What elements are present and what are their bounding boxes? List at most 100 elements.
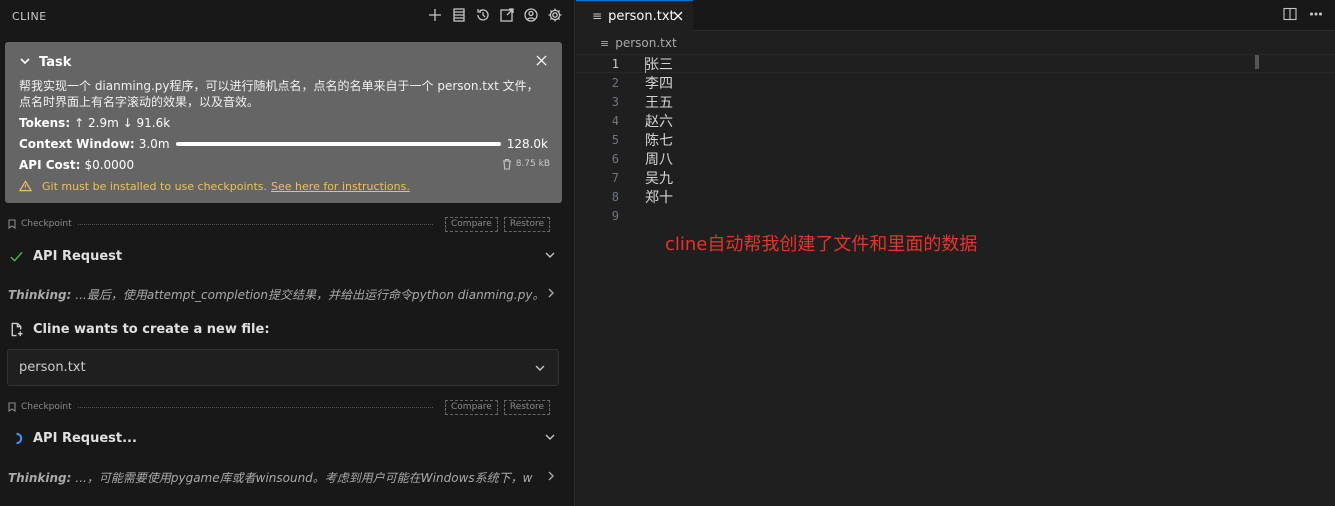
file-dropdown[interactable]: person.txt	[7, 349, 559, 386]
bookmark-icon	[8, 402, 16, 412]
thinking-text: ...最后，使用attempt_completion提交结果，并给出运行命令py…	[75, 288, 545, 302]
editor-line[interactable]: 2 李四	[576, 73, 1335, 92]
tab-label: person.txt	[608, 8, 675, 24]
spinner-icon	[8, 430, 24, 446]
trash-icon[interactable]	[502, 158, 512, 170]
line-text: 张三	[645, 56, 673, 73]
breadcrumb-file: person.txt	[615, 36, 677, 50]
line-number: 1	[611, 56, 619, 71]
task-title: Task	[39, 54, 72, 70]
plus-icon[interactable]	[426, 5, 444, 25]
more-actions-icon[interactable]	[1309, 7, 1323, 25]
server-icon[interactable]	[450, 5, 468, 25]
tab-person-txt[interactable]: ≡ person.txt	[576, 0, 693, 31]
new-file-icon	[8, 321, 24, 337]
chevron-right-icon[interactable]	[546, 287, 558, 299]
task-header[interactable]: Task	[19, 54, 548, 70]
close-icon[interactable]	[673, 10, 685, 22]
tokens-row: Tokens: ↑ 2.9m ↓ 91.6k	[19, 115, 548, 131]
line-text: 王五	[645, 94, 673, 111]
tokens-down: ↓ 91.6k	[122, 116, 171, 130]
breadcrumb[interactable]: ≡ person.txt	[600, 36, 677, 50]
context-max: 128.0k	[506, 137, 548, 151]
context-window-row: Context Window: 3.0m 128.0k	[19, 136, 548, 152]
restore-button[interactable]: Restore	[503, 216, 550, 232]
context-label: Context Window:	[19, 137, 135, 151]
text-file-icon: ≡	[600, 36, 610, 50]
create-file-label: Cline wants to create a new file:	[33, 321, 270, 337]
editor-line[interactable]: 9	[576, 206, 1335, 225]
chevron-right-icon[interactable]	[546, 470, 558, 482]
api-request-label: API Request	[33, 248, 123, 264]
editor-line[interactable]: 6 周八	[576, 149, 1335, 168]
chevron-down-icon[interactable]	[544, 431, 558, 445]
editor-line[interactable]: 1 张三	[576, 54, 1335, 73]
line-text: 赵六	[645, 113, 673, 130]
compare-button[interactable]: Compare	[445, 216, 498, 232]
header-toolbar	[426, 5, 564, 25]
line-number: 6	[611, 151, 619, 166]
text-file-icon: ≡	[592, 9, 603, 23]
thinking-message-1[interactable]: Thinking: ...最后，使用attempt_completion提交结果，…	[8, 286, 558, 303]
line-text: 郑十	[645, 189, 673, 206]
line-text: 吴九	[645, 170, 673, 187]
line-text: 陈七	[645, 132, 673, 149]
account-icon[interactable]	[522, 5, 540, 25]
split-editor-icon[interactable]	[1283, 7, 1297, 25]
line-number: 7	[611, 170, 619, 185]
task-card: Task 帮我实现一个 dianming.py程序，可以进行随机点名，点名的名单…	[5, 42, 562, 203]
file-name: person.txt	[19, 360, 86, 375]
editor-line[interactable]: 5 陈七	[576, 130, 1335, 149]
line-text: 周八	[645, 151, 673, 168]
warning-text: Git must be installed to use checkpoints…	[42, 179, 268, 193]
line-number: 8	[611, 189, 619, 204]
editor-area: ≡ person.txt ≡ person.txt 1 张三 2 李四 3 王五…	[576, 0, 1335, 506]
checkpoint-2: Checkpoint Compare Restore	[8, 399, 550, 415]
thinking-label: Thinking:	[8, 288, 72, 302]
checkpoint-warning: Git must be installed to use checkpoints…	[19, 179, 548, 193]
code-editor[interactable]: 1 张三 2 李四 3 王五 4 赵六 5 陈七 6 周八 7 吴九 8 郑十	[576, 54, 1335, 225]
close-icon[interactable]	[536, 55, 548, 67]
warning-icon	[19, 180, 32, 192]
popout-icon[interactable]	[498, 5, 516, 25]
editor-line[interactable]: 4 赵六	[576, 111, 1335, 130]
checkpoint-label: Checkpoint	[21, 219, 72, 229]
task-size[interactable]: 8.75 kB	[502, 158, 550, 170]
history-icon[interactable]	[474, 5, 492, 25]
gear-icon[interactable]	[546, 5, 564, 25]
task-size-value: 8.75 kB	[515, 159, 550, 169]
instructions-link[interactable]: See here for instructions.	[271, 180, 410, 193]
panel-title: CLINE	[12, 9, 47, 23]
editor-line[interactable]: 7 吴九	[576, 168, 1335, 187]
restore-button[interactable]: Restore	[503, 399, 550, 415]
chevron-down-icon[interactable]	[544, 249, 558, 263]
cline-panel: CLINE Task 帮我实现一个 dianming.py程序，可以进行随机点名…	[0, 0, 575, 506]
checkpoint-label: Checkpoint	[21, 402, 72, 412]
api-cost-row: API Cost: $0.0000	[19, 157, 548, 173]
annotation-text: cline自动帮我创建了文件和里面的数据	[665, 234, 978, 255]
checkpoint-1: Checkpoint Compare Restore	[8, 216, 550, 232]
thinking-text: ...，可能需要使用pygame库或者winsound。考虑到用户可能在Wind…	[75, 471, 533, 485]
chevron-down-icon[interactable]	[19, 55, 33, 69]
line-text: 李四	[645, 75, 673, 92]
line-number: 9	[611, 208, 619, 223]
editor-actions	[1283, 7, 1323, 25]
line-number: 3	[611, 94, 619, 109]
thinking-message-2[interactable]: Thinking: ...，可能需要使用pygame库或者winsound。考虑到…	[8, 469, 558, 486]
cost-value: $0.0000	[84, 158, 135, 172]
api-request-done[interactable]: API Request	[8, 247, 558, 265]
compare-button[interactable]: Compare	[445, 399, 498, 415]
check-icon	[8, 248, 24, 264]
cost-label: API Cost:	[19, 158, 81, 172]
context-used: 3.0m	[138, 137, 170, 151]
tab-bar: ≡ person.txt	[576, 0, 1335, 31]
editor-line[interactable]: 3 王五	[576, 92, 1335, 111]
tokens-label: Tokens:	[19, 116, 71, 130]
chevron-down-icon[interactable]	[534, 362, 546, 374]
line-number: 5	[611, 132, 619, 147]
api-request-pending[interactable]: API Request...	[8, 429, 558, 447]
editor-line[interactable]: 8 郑十	[576, 187, 1335, 206]
tokens-up: ↑ 2.9m	[74, 116, 119, 130]
bookmark-icon	[8, 219, 16, 229]
task-description: 帮我实现一个 dianming.py程序，可以进行随机点名，点名的名单来自于一个…	[19, 79, 539, 109]
